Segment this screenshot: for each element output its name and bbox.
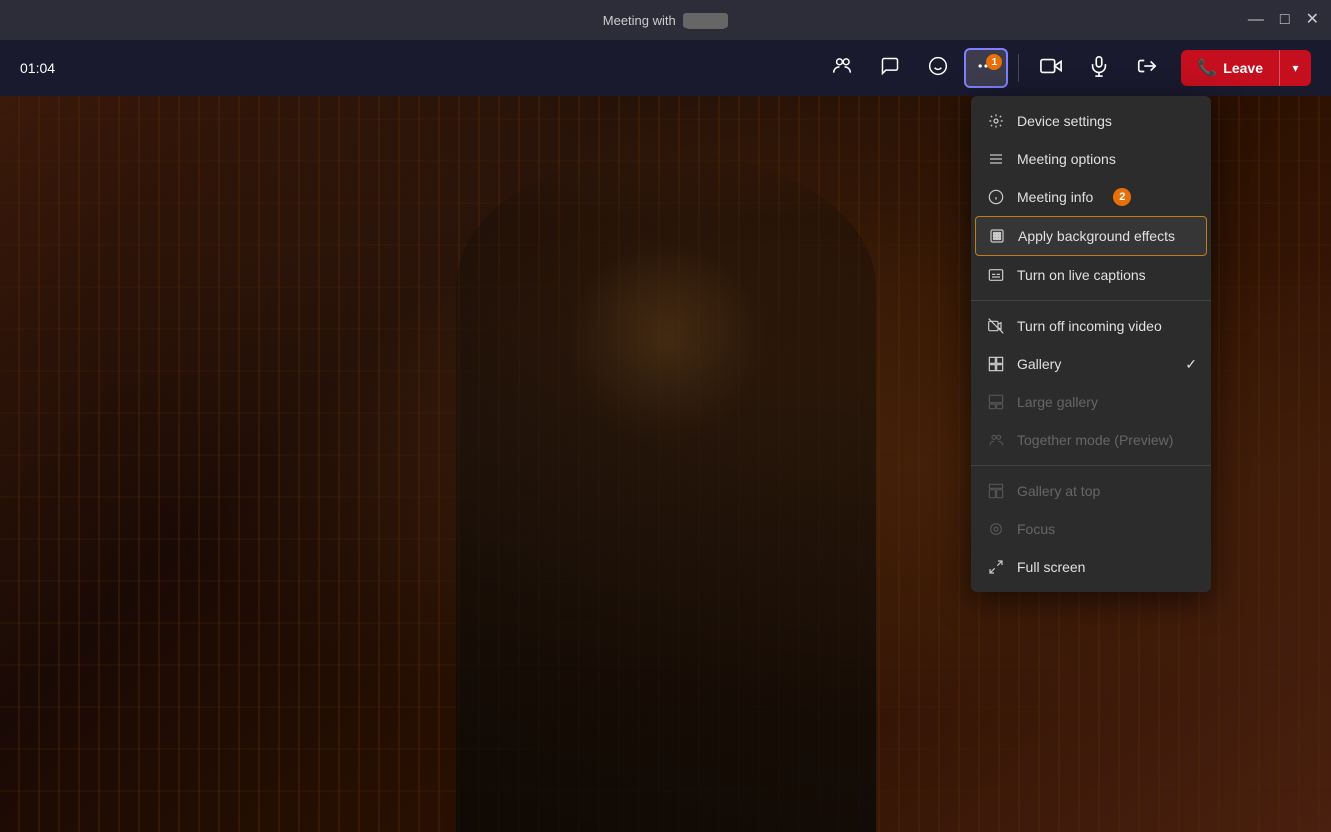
reactions-icon [928,56,948,81]
leave-label: Leave [1223,60,1263,76]
menu-item-together-mode: Together mode (Preview) [971,421,1211,459]
leave-chevron[interactable]: ▾ [1279,50,1311,86]
info-icon [987,188,1005,206]
menu-item-label-gallery: Gallery [1017,356,1061,372]
person-video [456,152,876,832]
title-text: Meeting with [603,13,676,28]
menu-item-gallery-at-top: Gallery at top [971,472,1211,510]
toolbar-divider [1018,54,1019,82]
menu-item-large-gallery: Large gallery [971,383,1211,421]
participants-button[interactable] [820,48,864,88]
menu-item-meeting-options[interactable]: Meeting options [971,140,1211,178]
menu-item-badge-meeting-info: 2 [1113,188,1131,206]
menu-item-turn-off-video[interactable]: Turn off incoming video [971,307,1211,345]
share-button[interactable] [1125,48,1169,88]
toolbar-actions: 1 [820,48,1311,88]
menu-item-check-gallery: ✓ [1185,356,1197,373]
menu-item-apply-bg[interactable]: Apply background effects [975,216,1207,256]
focus-icon [987,520,1005,538]
menu-item-device-settings[interactable]: Device settings [971,102,1211,140]
leave-phone-icon: 📞 [1197,58,1217,78]
gallery-large-icon [987,393,1005,411]
menu-divider [971,465,1211,466]
menu-item-focus: Focus [971,510,1211,548]
minimize-button[interactable]: — [1248,12,1264,28]
menu-item-full-screen[interactable]: Full screen [971,548,1211,586]
menu-item-label-apply-bg: Apply background effects [1018,228,1175,244]
gallery-top-icon [987,482,1005,500]
caption-icon [987,266,1005,284]
title-bar: Meeting with ████ — □ ✕ [0,0,1331,40]
title-blurred: ████ [683,13,728,28]
menu-item-live-captions[interactable]: Turn on live captions [971,256,1211,294]
menu-divider [971,300,1211,301]
microphone-icon [1088,55,1110,82]
options-icon [987,150,1005,168]
menu-item-label-live-captions: Turn on live captions [1017,267,1146,283]
blur-icon [988,227,1006,245]
menu-item-label-full-screen: Full screen [1017,559,1085,575]
video-off-icon [987,317,1005,335]
share-icon [1136,55,1158,82]
menu-item-label-turn-off-video: Turn off incoming video [1017,318,1162,334]
chat-icon [880,56,900,81]
menu-item-label-gallery-at-top: Gallery at top [1017,483,1100,499]
menu-item-label-meeting-info: Meeting info [1017,189,1093,205]
maximize-button[interactable]: □ [1280,12,1290,28]
meeting-toolbar: 01:04 [0,40,1331,96]
leave-button[interactable]: 📞 Leave ▾ [1181,50,1311,86]
participants-icon [832,56,852,81]
gallery-icon [987,355,1005,373]
menu-item-gallery[interactable]: Gallery ✓ [971,345,1211,383]
reactions-button[interactable] [916,48,960,88]
menu-item-label-device-settings: Device settings [1017,113,1112,129]
microphone-button[interactable] [1077,48,1121,88]
chat-button[interactable] [868,48,912,88]
camera-button[interactable] [1029,48,1073,88]
meeting-timer: 01:04 [20,60,55,76]
more-dropdown-menu: Device settings Meeting options Meeting in… [971,96,1211,592]
close-button[interactable]: ✕ [1306,12,1319,28]
leave-button-main[interactable]: 📞 Leave [1181,50,1279,86]
menu-item-label-meeting-options: Meeting options [1017,151,1116,167]
fullscreen-icon [987,558,1005,576]
gear-icon [987,112,1005,130]
chevron-down-icon: ▾ [1292,61,1298,75]
menu-item-meeting-info[interactable]: Meeting info 2 [971,178,1211,216]
together-icon [987,431,1005,449]
menu-item-label-large-gallery: Large gallery [1017,394,1098,410]
window-controls: — □ ✕ [1248,12,1319,28]
camera-icon [1040,55,1062,82]
window-title: Meeting with ████ [603,13,728,28]
menu-item-label-together-mode: Together mode (Preview) [1017,432,1173,448]
more-badge: 1 [986,54,1002,70]
menu-item-label-focus: Focus [1017,521,1055,537]
more-button[interactable]: 1 [964,48,1008,88]
